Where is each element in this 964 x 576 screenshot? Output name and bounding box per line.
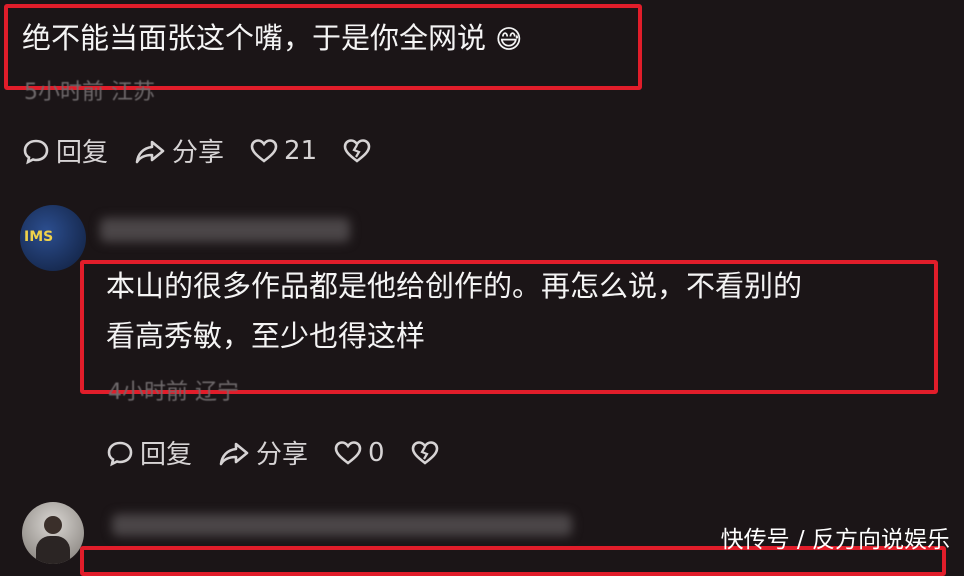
broken-heart-icon xyxy=(343,138,371,163)
heart-icon xyxy=(334,440,362,465)
like-count: 0 xyxy=(368,437,385,468)
reply-button[interactable]: 回复 xyxy=(106,434,192,471)
comment-1-body: 绝不能当面张这个嘴，于是你全网说 xyxy=(22,21,487,55)
comment-2-meta: 4小时前 辽宁 xyxy=(108,380,239,405)
grinning-sweat-emoji-icon: 😅 xyxy=(495,25,523,55)
comment-2-actions: 回复 分享 0 xyxy=(106,434,471,471)
comment-1-text: 绝不能当面张这个嘴，于是你全网说 😅 xyxy=(22,18,522,60)
comment-1-actions: 回复 分享 21 xyxy=(22,132,403,169)
heart-icon xyxy=(250,138,278,163)
like-button[interactable]: 21 xyxy=(250,136,317,166)
reply-bubble-icon xyxy=(107,441,133,466)
dislike-button[interactable] xyxy=(411,440,445,466)
share-button[interactable]: 分享 xyxy=(134,132,224,169)
broken-heart-icon xyxy=(411,440,438,465)
share-button[interactable]: 分享 xyxy=(218,434,308,471)
avatar[interactable]: IMS xyxy=(20,205,86,271)
watermark-text: 快传号 / 反方向说娱乐 xyxy=(720,527,950,553)
like-count: 21 xyxy=(284,135,318,166)
like-button[interactable]: 0 xyxy=(334,438,385,468)
share-label: 分享 xyxy=(172,138,225,168)
dislike-button[interactable] xyxy=(343,138,377,164)
avatar[interactable] xyxy=(22,502,84,564)
comment-1-meta: 5小时前 江苏 xyxy=(24,80,155,105)
reply-bubble-icon xyxy=(23,139,49,164)
share-arrow-icon xyxy=(219,442,249,465)
comment-2-text: 本山的很多作品都是他给创作的。再怎么说，不看别的 看高秀敏，至少也得这样 xyxy=(106,266,802,356)
reply-label: 回复 xyxy=(140,440,193,470)
avatar-figure xyxy=(44,516,62,534)
share-label: 分享 xyxy=(256,440,309,470)
avatar-logo-text: IMS xyxy=(24,229,54,245)
comment-2-line-1: 本山的很多作品都是他给创作的。再怎么说，不看别的 xyxy=(106,269,803,303)
comment-2-line-2: 看高秀敏，至少也得这样 xyxy=(106,319,426,353)
share-arrow-icon xyxy=(135,140,165,163)
username-redacted xyxy=(100,218,350,242)
username-redacted xyxy=(112,514,572,536)
reply-button[interactable]: 回复 xyxy=(22,132,108,169)
reply-label: 回复 xyxy=(56,138,109,168)
